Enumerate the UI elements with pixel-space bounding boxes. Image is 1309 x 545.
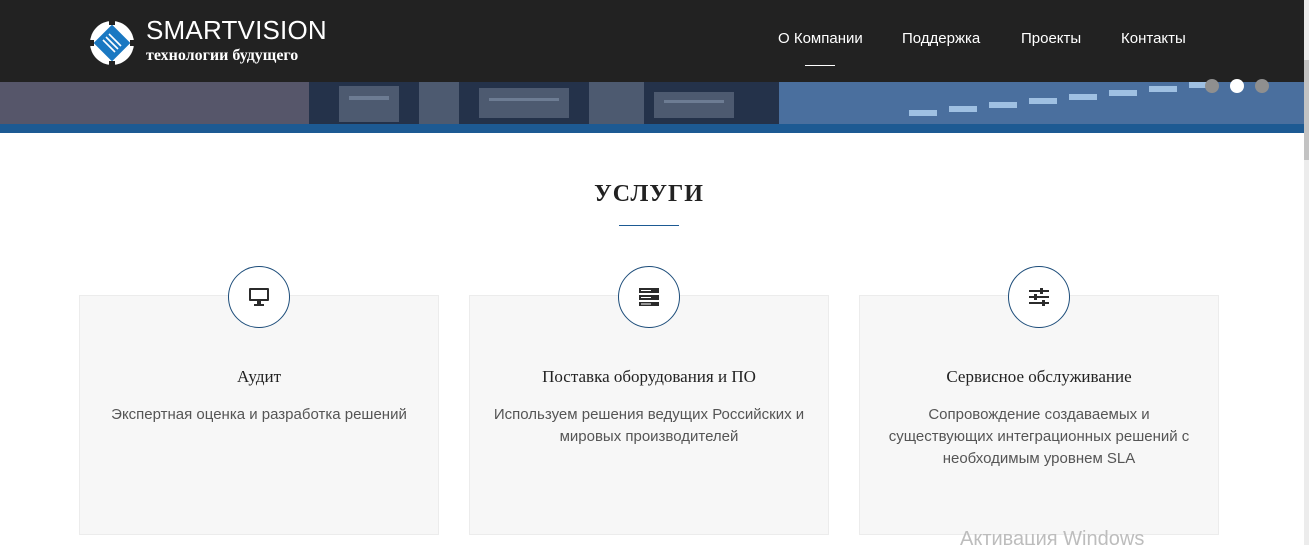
nav-item-contacts[interactable]: Контакты <box>1121 30 1186 48</box>
services-title: УСЛУГИ <box>594 181 704 207</box>
monitor-icon <box>228 266 290 328</box>
nav-item-projects[interactable]: Проекты <box>1021 30 1081 48</box>
slider-dot-2[interactable] <box>1230 79 1244 93</box>
slider-dot-1[interactable] <box>1205 79 1219 93</box>
hero-bottom-band <box>0 124 1304 133</box>
service-card-title: Аудит <box>236 367 282 386</box>
main-nav: О Компании Поддержка Проекты Контакты <box>0 30 1304 70</box>
slider-dot-3[interactable] <box>1255 79 1269 93</box>
hero-slider-image <box>0 82 1304 124</box>
service-card-title: Сервисное обслуживание <box>946 367 1132 386</box>
service-card-text: Используем решения ведущих Российских и … <box>493 406 805 445</box>
service-card-text: Экспертная оценка и разработка решений <box>111 406 407 423</box>
service-card-audit[interactable]: Аудит Экспертная оценка и разработка реш… <box>79 295 439 535</box>
windows-activation-watermark: Активация Windows <box>960 528 1145 545</box>
nav-item-support[interactable]: Поддержка <box>902 30 980 48</box>
service-card-title: Поставка оборудования и ПО <box>542 367 756 386</box>
services-title-divider <box>619 225 679 226</box>
server-icon <box>618 266 680 328</box>
service-card-maintenance[interactable]: Сервисное обслуживание Сопровождение соз… <box>859 295 1219 535</box>
nav-active-underline <box>805 65 835 66</box>
page-scrollbar[interactable] <box>1304 0 1309 545</box>
service-card-text: Сопровождение создаваемых и существующих… <box>888 406 1190 467</box>
nav-item-about[interactable]: О Компании <box>778 30 863 48</box>
hero-left-panel <box>0 82 309 124</box>
site-header: SMARTVISION технологии будущего О Компан… <box>0 0 1304 82</box>
hero-hardware-image <box>309 82 1304 124</box>
sliders-icon <box>1008 266 1070 328</box>
service-card-supply[interactable]: Поставка оборудования и ПО Используем ре… <box>469 295 829 535</box>
scrollbar-thumb[interactable] <box>1304 60 1309 160</box>
